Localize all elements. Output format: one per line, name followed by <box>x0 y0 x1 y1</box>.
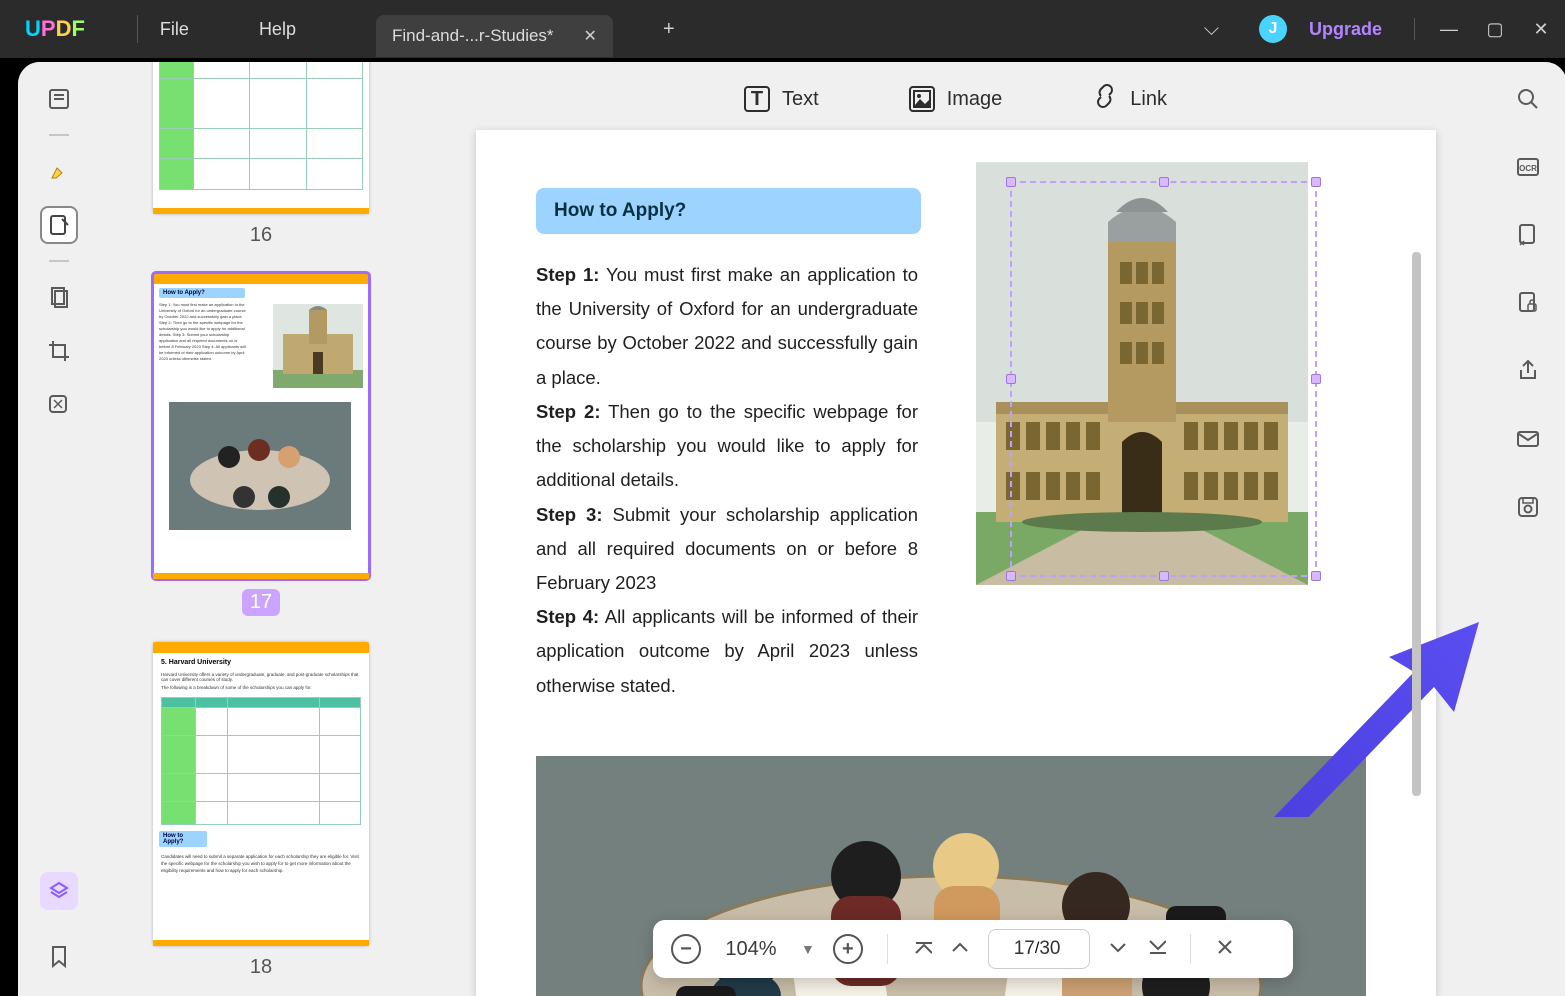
divider <box>49 134 69 136</box>
workspace: 16 How to Apply? Step 1: You must first … <box>18 62 1565 996</box>
tool-label: Link <box>1130 88 1167 111</box>
mini-howto-chip: How to Apply? <box>159 288 245 298</box>
upgrade-button[interactable]: Upgrade <box>1309 19 1382 40</box>
mini-subtitle: Harvard University offers a variety of u… <box>153 672 369 682</box>
divider <box>887 934 888 964</box>
text-icon: T <box>744 86 770 112</box>
zoom-value[interactable]: 104% <box>723 938 779 961</box>
link-icon <box>1092 83 1118 115</box>
share-icon[interactable] <box>1509 352 1547 390</box>
last-page-button[interactable] <box>1146 937 1166 962</box>
document-tab[interactable]: Find-and-...r-Studies* ✕ <box>376 15 613 57</box>
mini-listline: The following is a breakdown of some of … <box>153 682 369 693</box>
thumbnail-panel: 16 How to Apply? Step 1: You must first … <box>100 62 422 996</box>
thumbnail-page-18[interactable]: 5. Harvard University Harvard University… <box>153 642 369 946</box>
close-icon[interactable]: ✕ <box>584 26 597 46</box>
tool-image[interactable]: Image <box>909 86 1003 112</box>
crop-icon[interactable] <box>40 332 78 370</box>
reader-icon[interactable] <box>40 80 78 118</box>
avatar[interactable]: J <box>1259 15 1287 43</box>
mini-howto-chip: How to Apply? <box>159 831 207 847</box>
convert-icon[interactable] <box>1509 216 1547 254</box>
mini-photo-building <box>273 304 363 388</box>
next-page-button[interactable] <box>1108 937 1128 962</box>
layers-icon[interactable] <box>40 872 78 910</box>
divider <box>1190 934 1191 964</box>
mini-body-text: Step 1: You must first make an applicati… <box>159 302 247 362</box>
image-selection-box[interactable] <box>1010 181 1317 577</box>
edit-toolbar: T Text Image Link <box>422 62 1489 136</box>
page-total: 30 <box>1039 938 1060 960</box>
thumb-number: 16 <box>130 224 392 247</box>
pages-icon[interactable] <box>40 278 78 316</box>
mini-photo-students <box>169 402 351 530</box>
search-icon[interactable] <box>1509 80 1547 118</box>
howto-chip: How to Apply? <box>536 188 921 234</box>
menu-file[interactable]: File <box>160 19 189 40</box>
edit-icon[interactable] <box>40 206 78 244</box>
chevron-down-icon[interactable]: ⌵ <box>1204 18 1219 41</box>
ocr-icon[interactable]: OCR <box>1509 148 1547 186</box>
thumbnail-page-17[interactable]: How to Apply? Step 1: You must first mak… <box>153 273 369 579</box>
svg-text:OCR: OCR <box>1519 164 1537 173</box>
close-button[interactable]: ✕ <box>1529 19 1553 40</box>
tools-icon[interactable] <box>40 386 78 424</box>
thumb-number: 18 <box>130 956 392 979</box>
tool-text[interactable]: T Text <box>744 86 819 112</box>
vertical-scrollbar[interactable] <box>1412 252 1421 796</box>
maximize-button[interactable]: ▢ <box>1483 19 1507 40</box>
right-rail: OCR <box>1489 62 1565 996</box>
new-tab-button[interactable]: + <box>663 18 675 41</box>
mini-heading: 5. Harvard University <box>153 653 369 672</box>
minimize-button[interactable]: — <box>1437 19 1461 40</box>
divider <box>49 260 69 262</box>
zoom-nav-dock: − 104% ▼ + / 30 <box>653 920 1293 978</box>
prev-page-button[interactable] <box>950 937 970 962</box>
tool-label: Image <box>947 88 1003 111</box>
page-canvas[interactable]: How to Apply? Step 1: You must first mak… <box>476 130 1436 996</box>
image-icon <box>909 86 935 112</box>
body-text: Step 1: You must first make an applicati… <box>536 258 918 703</box>
mini-footnote: Candidates will need to submit a separat… <box>153 851 369 874</box>
thumbnail-page-16[interactable] <box>153 62 369 214</box>
thumb-number-active: 17 <box>242 589 280 616</box>
first-page-button[interactable] <box>912 937 932 962</box>
tool-label: Text <box>782 88 819 111</box>
highlighter-icon[interactable] <box>40 152 78 190</box>
left-rail <box>18 62 100 996</box>
divider <box>137 15 138 43</box>
zoom-in-button[interactable]: + <box>833 934 863 964</box>
page-input[interactable] <box>997 938 1035 960</box>
tool-link[interactable]: Link <box>1092 83 1167 115</box>
protect-icon[interactable] <box>1509 284 1547 322</box>
tab-label: Find-and-...r-Studies* <box>392 26 554 46</box>
zoom-out-button[interactable]: − <box>671 934 701 964</box>
zoom-dropdown-icon[interactable]: ▼ <box>801 941 815 957</box>
divider <box>1414 18 1415 40</box>
titlebar: UPDF File Help Find-and-...r-Studies* ✕ … <box>0 0 1565 58</box>
menu-help[interactable]: Help <box>259 19 296 40</box>
close-dock-button[interactable] <box>1215 937 1235 962</box>
save-icon[interactable] <box>1509 488 1547 526</box>
app-logo: UPDF <box>25 16 85 42</box>
bookmark-icon[interactable] <box>40 938 78 976</box>
document-area: T Text Image Link How to Apply? Step 1: … <box>422 62 1489 996</box>
page-number-box[interactable]: / 30 <box>988 929 1090 969</box>
email-icon[interactable] <box>1509 420 1547 458</box>
